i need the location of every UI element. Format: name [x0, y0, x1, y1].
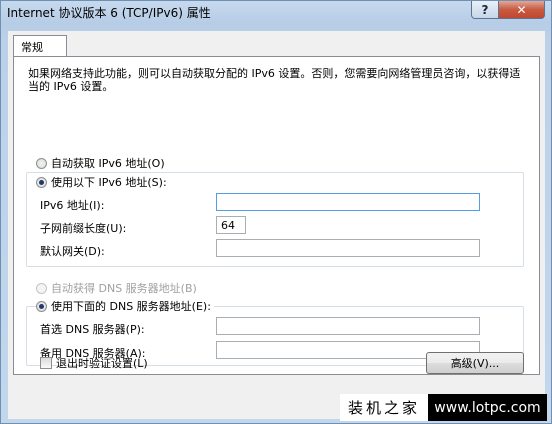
manual-dns-option[interactable]: 使用下面的 DNS 服务器地址(E):: [36, 298, 214, 314]
title-bar[interactable]: Internet 协议版本 6 (TCP/IPv6) 属性 ? ✕: [1, 1, 551, 23]
validate-on-exit-checkbox[interactable]: [40, 357, 52, 369]
ipv6-address-label: IPv6 地址(I):: [40, 199, 105, 212]
auto-dns-radio[interactable]: [36, 282, 47, 294]
auto-ipv6-label: 自动获取 IPv6 地址(O): [51, 157, 165, 170]
auto-ipv6-option[interactable]: 自动获取 IPv6 地址(O): [36, 155, 165, 171]
client-area: 常规 如果网络支持此功能，则可以自动获取分配的 IPv6 设置。否则，您需要向网…: [8, 31, 545, 419]
auto-ipv6-radio[interactable]: [36, 157, 47, 169]
auto-dns-option[interactable]: 自动获得 DNS 服务器地址(B): [36, 280, 197, 296]
advanced-button[interactable]: 高级(V)...: [426, 352, 524, 374]
default-gateway-field[interactable]: [216, 239, 480, 257]
description-text: 如果网络支持此功能，则可以自动获取分配的 IPv6 设置。否则，您需要向网络管理…: [28, 67, 521, 93]
auto-dns-label: 自动获得 DNS 服务器地址(B): [51, 282, 197, 295]
preferred-dns-label: 首选 DNS 服务器(P):: [40, 323, 145, 336]
window-title: Internet 协议版本 6 (TCP/IPv6) 属性: [7, 6, 211, 20]
close-button[interactable]: ✕: [498, 1, 545, 19]
validate-on-exit-label: 退出时验证设置(L): [56, 357, 148, 370]
default-gateway-label: 默认网关(D):: [40, 245, 105, 258]
validate-on-exit-option[interactable]: 退出时验证设置(L): [40, 355, 148, 371]
watermark-url: www.lotpc.com: [428, 394, 547, 421]
help-icon: ?: [481, 2, 489, 17]
help-button[interactable]: ?: [471, 1, 499, 19]
manual-ipv6-radio[interactable]: [36, 176, 47, 188]
ipv6-address-field[interactable]: [216, 193, 480, 211]
watermark-text: 装机之家: [340, 394, 428, 421]
dialog-window: Internet 协议版本 6 (TCP/IPv6) 属性 ? ✕ 常规 如果网…: [0, 0, 552, 424]
tab-panel: 如果网络支持此功能，则可以自动获取分配的 IPv6 设置。否则，您需要向网络管理…: [13, 56, 540, 375]
manual-dns-radio[interactable]: [36, 300, 47, 312]
close-icon: ✕: [516, 2, 527, 17]
tab-general[interactable]: 常规: [13, 35, 67, 57]
manual-dns-label: 使用下面的 DNS 服务器地址(E):: [51, 300, 211, 313]
prefix-length-label: 子网前缀长度(U):: [40, 222, 127, 235]
manual-ipv6-label: 使用以下 IPv6 地址(S):: [51, 176, 167, 189]
preferred-dns-field[interactable]: [216, 317, 480, 335]
prefix-length-field[interactable]: 64: [216, 216, 246, 234]
manual-ipv6-option[interactable]: 使用以下 IPv6 地址(S):: [36, 174, 170, 190]
